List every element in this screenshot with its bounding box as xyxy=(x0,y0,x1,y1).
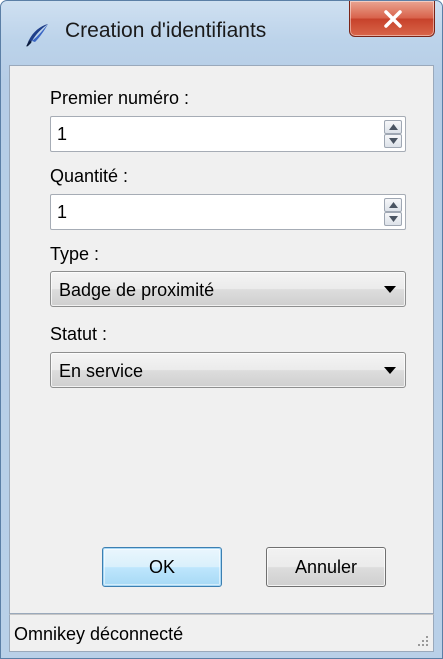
arrow-up-icon xyxy=(389,202,398,208)
status-bar: Omnikey déconnecté xyxy=(9,614,434,652)
type-dropdown[interactable]: Badge de proximité xyxy=(50,271,406,307)
status-selected-value: En service xyxy=(59,361,144,381)
arrow-down-icon xyxy=(389,138,398,144)
chevron-down-icon xyxy=(384,286,396,293)
window-title: Creation d'identifiants xyxy=(65,19,267,42)
ok-button[interactable]: OK xyxy=(102,547,222,587)
status-label: Statut : xyxy=(50,324,108,344)
first-number-down-button[interactable] xyxy=(384,134,402,148)
quantity-down-button[interactable] xyxy=(384,212,402,226)
form-panel: Premier numéro : Quantité : Type : Badge… xyxy=(9,65,434,614)
title-bar[interactable]: Creation d'identifiants xyxy=(1,1,442,65)
arrow-up-icon xyxy=(389,124,398,130)
resize-grip-icon[interactable] xyxy=(416,634,430,648)
type-label: Type : xyxy=(50,244,100,264)
quantity-label: Quantité : xyxy=(50,166,129,186)
status-dropdown[interactable]: En service xyxy=(50,352,406,388)
feather-pen-icon xyxy=(23,21,51,49)
quantity-up-button[interactable] xyxy=(384,198,402,212)
type-selected-value: Badge de proximité xyxy=(59,280,215,300)
quantity-spinner[interactable] xyxy=(50,194,406,230)
quantity-input[interactable] xyxy=(57,200,357,224)
close-button[interactable] xyxy=(349,1,435,37)
first-number-label: Premier numéro : xyxy=(50,88,190,108)
first-number-up-button[interactable] xyxy=(384,120,402,134)
arrow-down-icon xyxy=(389,216,398,222)
dialog-window: Creation d'identifiants Premier numéro :… xyxy=(0,0,443,659)
close-x-icon xyxy=(384,10,402,28)
first-number-input[interactable] xyxy=(57,122,357,146)
cancel-button[interactable]: Annuler xyxy=(266,547,386,587)
first-number-spinner[interactable] xyxy=(50,116,406,152)
reader-status-text: Omnikey déconnecté xyxy=(14,624,184,644)
chevron-down-icon xyxy=(384,367,396,374)
